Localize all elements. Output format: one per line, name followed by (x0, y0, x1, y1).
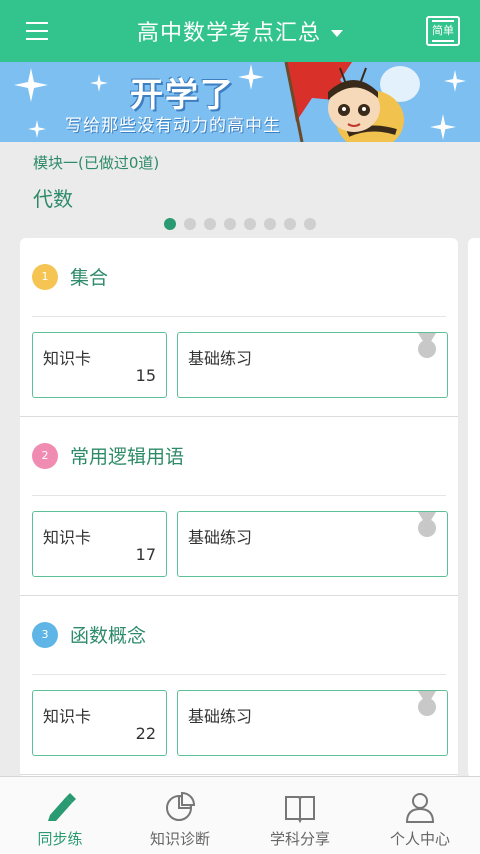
knowledge-card-label: 知识卡 (43, 528, 92, 547)
topic-list-card: 1 集合 知识卡 15 基础练习 2 常用逻辑用语 知识卡 17 基础练习 3 … (20, 238, 458, 778)
topic-section: 1 集合 知识卡 15 基础练习 (20, 238, 458, 417)
basic-practice-label: 基础练习 (188, 707, 253, 726)
page-dot[interactable] (204, 218, 216, 230)
sparkle-icon (28, 120, 46, 138)
topic-section: 2 常用逻辑用语 知识卡 17 基础练习 (20, 417, 458, 596)
divider (32, 495, 446, 496)
page-dot-active[interactable] (164, 218, 176, 230)
person-icon (405, 793, 435, 823)
medal-icon (418, 691, 436, 716)
topic-header[interactable]: 3 函数概念 (20, 596, 458, 674)
nav-label: 学科分享 (269, 830, 330, 848)
book-icon (285, 796, 315, 823)
basic-practice-label: 基础练习 (188, 349, 253, 368)
page-dot[interactable] (184, 218, 196, 230)
page-indicator (164, 218, 324, 230)
topic-header[interactable]: 2 常用逻辑用语 (20, 417, 458, 495)
sparkle-icon (90, 74, 108, 92)
nav-label: 知识诊断 (149, 830, 210, 848)
pencil-icon (48, 793, 76, 821)
topic-number-badge: 2 (32, 443, 58, 469)
basic-practice-button[interactable]: 基础练习 (177, 332, 448, 398)
arrow-right-icon (432, 20, 454, 22)
topic-title: 常用逻辑用语 (70, 446, 185, 468)
sparkle-icon (444, 70, 466, 92)
banner-subtitle: 写给那些没有动力的高中生 (65, 116, 281, 136)
page-dot[interactable] (224, 218, 236, 230)
knowledge-card-label: 知识卡 (43, 707, 92, 726)
nav-tab-sync-practice[interactable]: 同步练 (0, 777, 120, 854)
basic-practice-label: 基础练习 (188, 528, 253, 547)
topic-number-badge: 1 (32, 264, 58, 290)
app-screen: 高中数学考点汇总 简单 开学了 写给那些没有动力的高中生 模块一(已做过0道) … (0, 0, 480, 854)
sparkle-icon (14, 68, 48, 102)
divider (32, 316, 446, 317)
pie-chart-icon (166, 791, 196, 821)
page-title: 高中数学考点汇总 (136, 21, 321, 46)
topic-title: 函数概念 (70, 625, 147, 647)
nav-label: 同步练 (37, 830, 83, 848)
bottom-navigation: 同步练 知识诊断 学科分享 个人中心 (0, 776, 480, 854)
page-dot[interactable] (244, 218, 256, 230)
bee-mascot-illustration (284, 62, 420, 142)
nav-tab-share[interactable]: 学科分享 (240, 777, 360, 854)
next-card-peek[interactable] (468, 238, 480, 778)
medal-icon (418, 512, 436, 537)
knowledge-card-button[interactable]: 知识卡 15 (32, 332, 167, 398)
promo-banner[interactable]: 开学了 写给那些没有动力的高中生 (0, 62, 480, 142)
knowledge-card-count: 15 (135, 366, 156, 385)
difficulty-toggle-label: 简单 (432, 24, 454, 37)
topic-title: 集合 (70, 267, 109, 289)
nav-tab-profile[interactable]: 个人中心 (360, 777, 480, 854)
knowledge-card-label: 知识卡 (43, 349, 92, 368)
knowledge-card-button[interactable]: 知识卡 17 (32, 511, 167, 577)
sparkle-icon (430, 114, 456, 140)
topic-section: 3 函数概念 知识卡 22 基础练习 (20, 596, 458, 775)
knowledge-card-count: 22 (135, 724, 156, 743)
page-dot[interactable] (284, 218, 296, 230)
nav-tab-diagnosis[interactable]: 知识诊断 (120, 777, 240, 854)
nav-label: 个人中心 (389, 830, 450, 848)
caret-down-icon (331, 29, 343, 37)
top-bar: 高中数学考点汇总 简单 (0, 0, 480, 62)
arrow-left-icon (432, 40, 454, 42)
basic-practice-button[interactable]: 基础练习 (177, 511, 448, 577)
title-dropdown[interactable]: 高中数学考点汇总 (0, 0, 480, 62)
module-name: 代数 (33, 187, 73, 211)
medal-icon (418, 333, 436, 358)
knowledge-card-button[interactable]: 知识卡 22 (32, 690, 167, 756)
basic-practice-button[interactable]: 基础练习 (177, 690, 448, 756)
page-dot[interactable] (264, 218, 276, 230)
difficulty-toggle-button[interactable]: 简单 (426, 16, 460, 46)
topic-number-badge: 3 (32, 622, 58, 648)
page-dot[interactable] (304, 218, 316, 230)
knowledge-card-count: 17 (135, 545, 156, 564)
sparkle-icon (238, 64, 264, 90)
divider (32, 674, 446, 675)
banner-title: 开学了 (130, 75, 235, 114)
topic-header[interactable]: 1 集合 (20, 238, 458, 316)
section-separator (20, 774, 458, 775)
module-progress-text: 模块一(已做过0道) (33, 154, 160, 172)
